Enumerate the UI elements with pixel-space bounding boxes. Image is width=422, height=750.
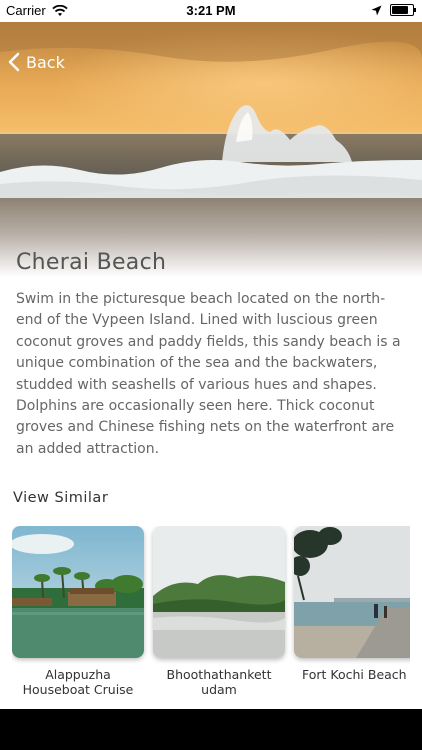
card-image [294, 526, 410, 658]
hero-image: Back [0, 22, 422, 277]
chevron-left-icon [8, 52, 20, 72]
battery-icon [390, 4, 416, 16]
battery-fill [392, 6, 409, 14]
card-label: Bhoothathankett udam [166, 667, 272, 697]
view-similar-title: View Similar [13, 490, 109, 506]
similar-card-bhoothathankettu[interactable]: Bhoothathankett udam [153, 526, 285, 697]
card-image [12, 526, 144, 658]
location-arrow-icon [371, 5, 382, 15]
card-label: Alappuzha Houseboat Cruise [22, 667, 134, 697]
status-bar: Carrier 3:21 PM [0, 0, 422, 22]
similar-card-fort-kochi[interactable]: Fort Kochi Beach [294, 526, 410, 682]
status-time: 3:21 PM [186, 3, 236, 18]
back-button[interactable]: Back [8, 52, 65, 72]
bottom-bar [0, 709, 422, 750]
description: Swim in the picturesque beach located on… [16, 291, 401, 457]
card-image [153, 526, 285, 658]
card-label: Fort Kochi Beach [302, 667, 407, 682]
status-right [371, 4, 416, 16]
page-title: Cherai Beach [16, 250, 167, 275]
similar-card-alappuzha[interactable]: Alappuzha Houseboat Cruise [12, 526, 144, 697]
similar-carousel[interactable]: Alappuzha Houseboat Cruise Bhoothathanke… [12, 526, 410, 706]
back-label: Back [26, 52, 65, 72]
